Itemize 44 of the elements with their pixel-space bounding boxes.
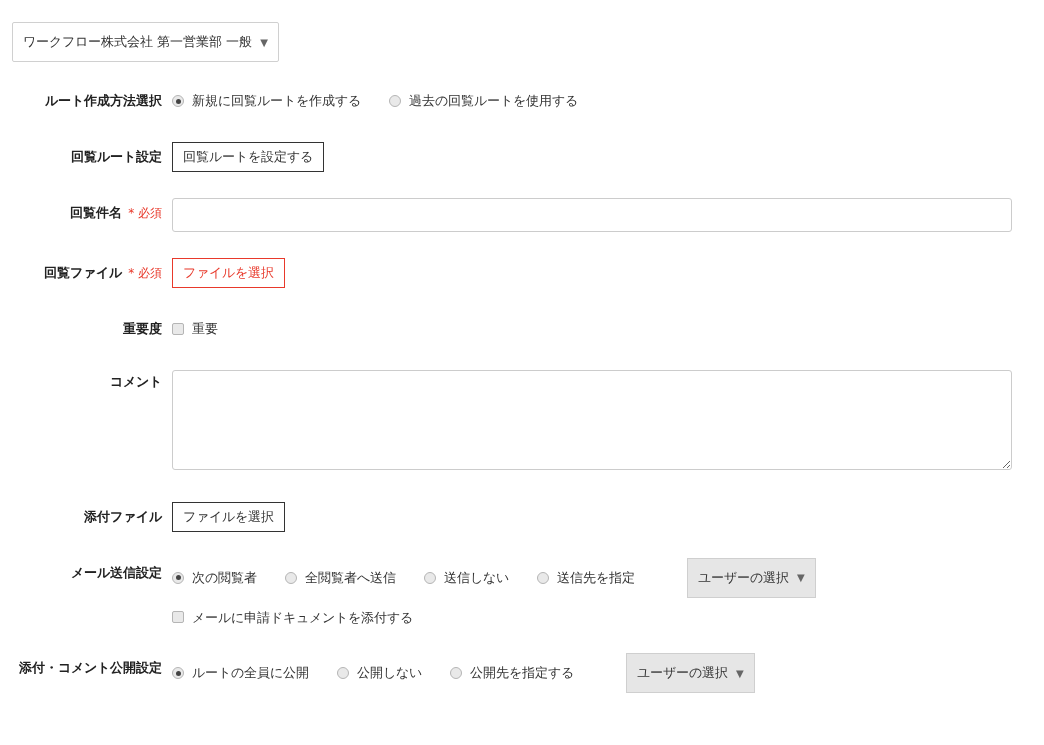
field-label: 回覧ルート設定	[71, 148, 162, 167]
radio-button[interactable]	[389, 95, 401, 107]
subject-input-field[interactable]	[172, 198, 1012, 232]
field-label: 添付・コメント公開設定	[19, 659, 162, 678]
route-setting-button[interactable]: ファイルを選択	[172, 501, 285, 532]
required-mark: * 必須	[128, 205, 162, 222]
field-label: 回覧件名	[70, 204, 123, 223]
radio-label: 過去の回覧ルートを使用する	[409, 92, 578, 111]
field-label: ルート作成方法選択	[45, 92, 162, 111]
radio-label: 全閲覧者へ送信	[305, 568, 396, 587]
checkbox-label: 重要	[192, 320, 218, 339]
radio-label: 公開先を指定する	[470, 664, 574, 683]
field-label: 重要度	[123, 320, 162, 339]
radio-label: 送信先を指定	[557, 568, 635, 587]
user-select-dropdown[interactable]: ユーザーの選択 ▼	[626, 653, 755, 693]
radio-label: 公開しない	[357, 664, 422, 683]
radio-button[interactable]	[172, 571, 184, 584]
radio-label: ルートの全員に公開	[192, 664, 309, 683]
radio-button[interactable]	[172, 667, 184, 679]
route-setting-button[interactable]: 回覧ルートを設定する	[172, 142, 324, 172]
comment-textarea[interactable]	[172, 370, 1012, 470]
file-select-button[interactable]: ファイルを選択	[172, 258, 285, 288]
radio-label: 新規に回覧ルートを作成する	[192, 92, 361, 111]
organization-dropdown[interactable]: ワークフロー株式会社 第一営業部 一般 ▼	[12, 22, 279, 62]
radio-button[interactable]	[285, 571, 297, 584]
field-label: 回覧ファイル	[44, 264, 123, 283]
radio-label: 送信しない	[444, 568, 509, 587]
radio-label: 次の閲覧者	[192, 568, 257, 587]
field-label: コメント	[110, 373, 162, 391]
checkbox[interactable]	[172, 323, 184, 335]
checkbox[interactable]	[172, 611, 184, 624]
caret-icon: ▼	[260, 34, 268, 50]
radio-button[interactable]	[172, 95, 184, 107]
required-mark: * 必須	[128, 265, 162, 282]
field-label: メール送信設定	[71, 563, 162, 582]
caret-icon: ▼	[736, 665, 744, 681]
radio-button[interactable]	[537, 571, 549, 584]
radio-button[interactable]	[450, 667, 462, 679]
caret-icon: ▼	[797, 570, 805, 585]
radio-button[interactable]	[337, 667, 349, 679]
user-select-dropdown[interactable]: ユーザーの選択 ▼	[687, 557, 816, 598]
radio-button[interactable]	[424, 571, 436, 584]
field-label: 添付ファイル	[84, 507, 162, 526]
checkbox-label: メールに申請ドキュメントを添付する	[192, 608, 413, 627]
